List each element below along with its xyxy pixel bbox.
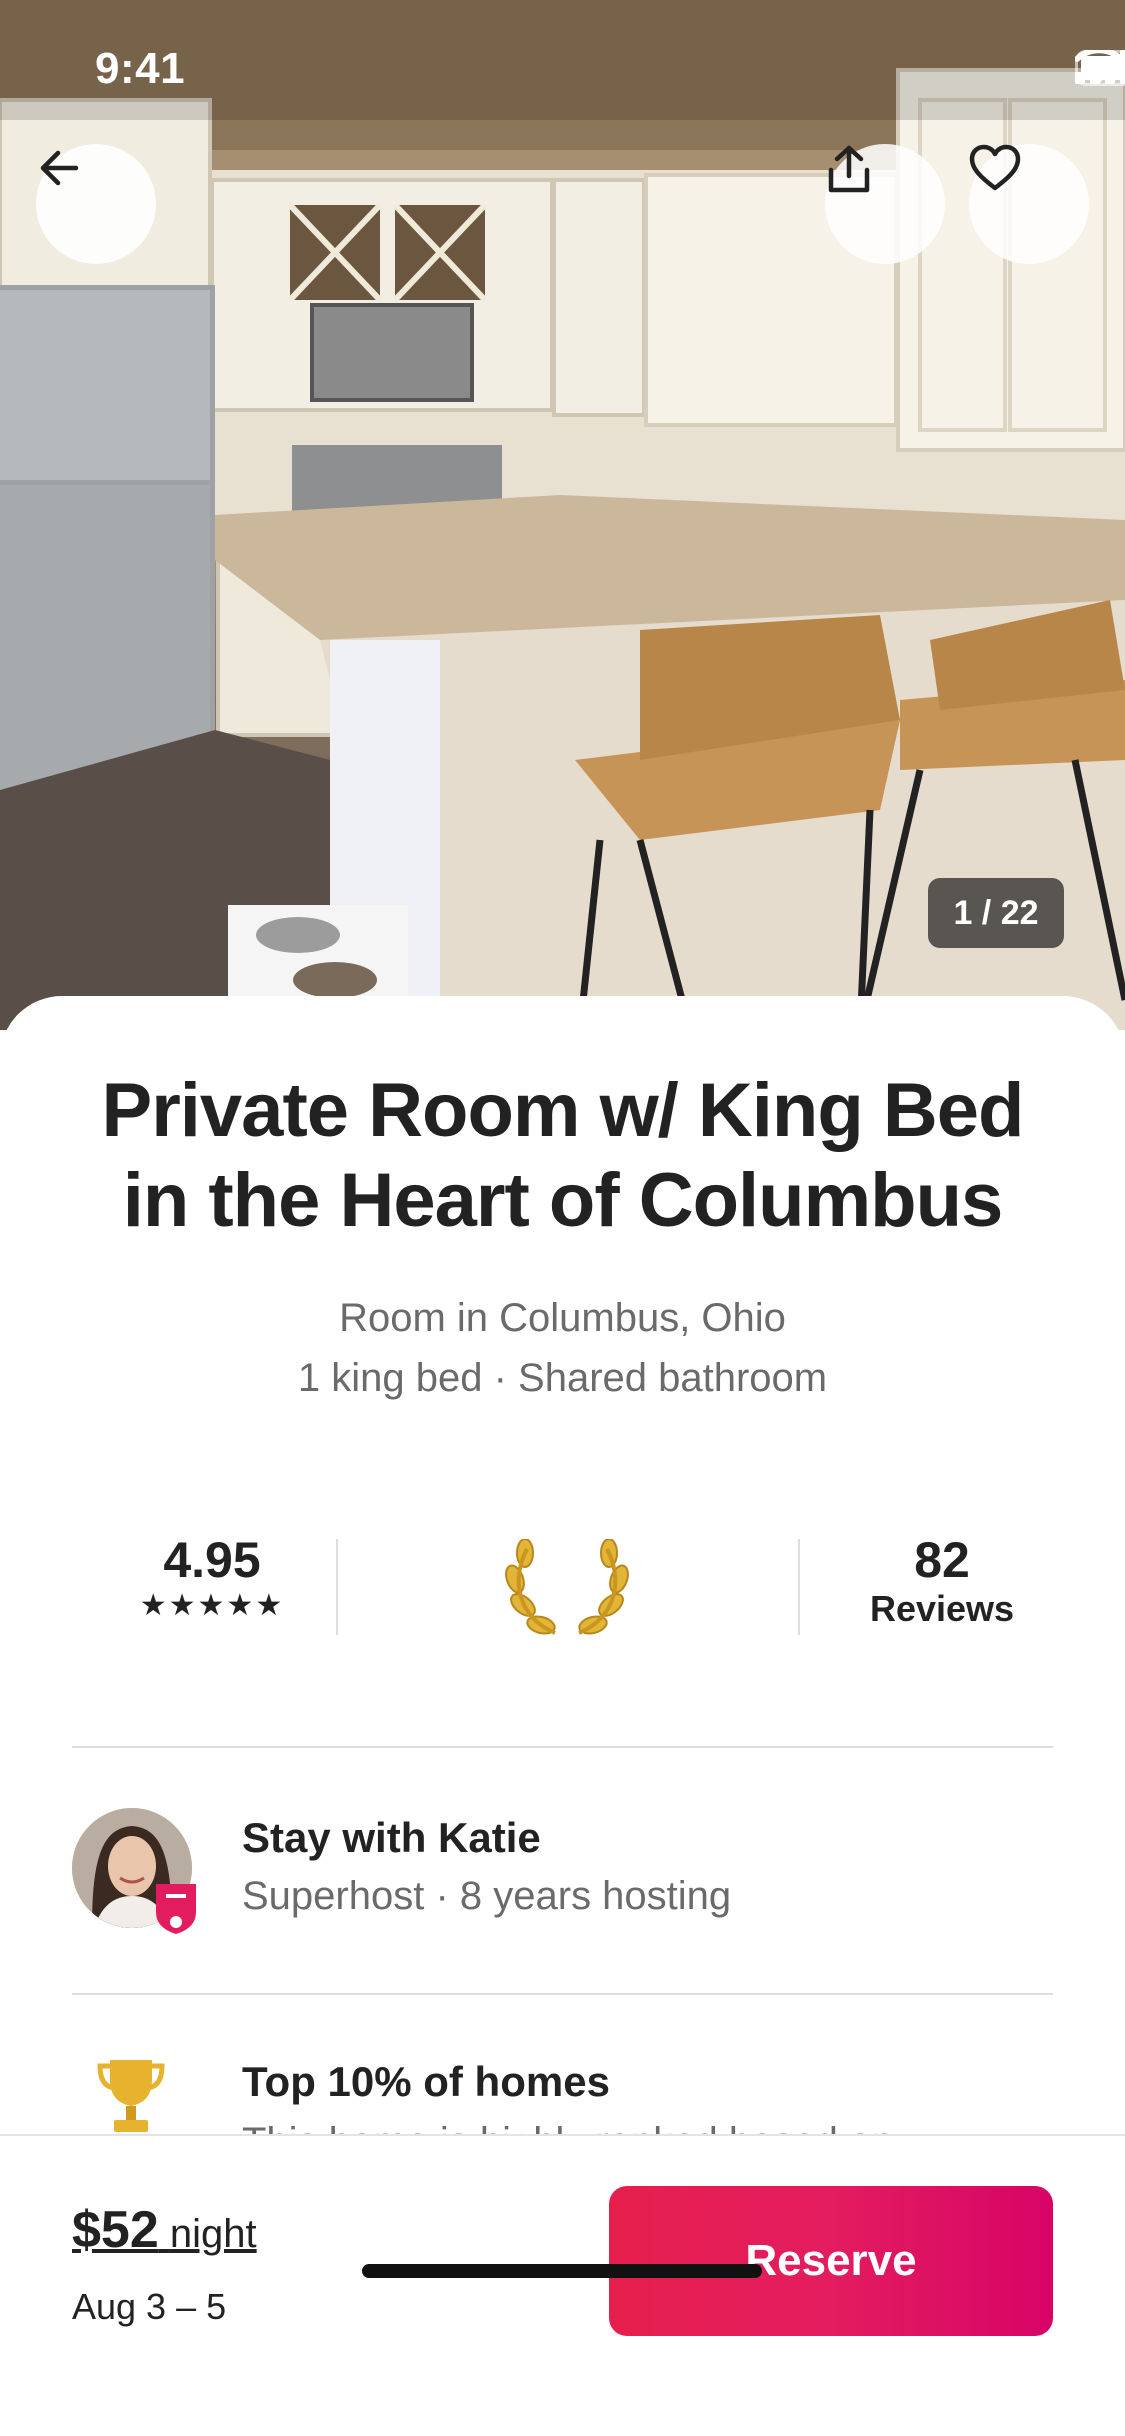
divider	[336, 1539, 338, 1635]
save-button[interactable]	[969, 144, 1089, 264]
guest-favorite-laurels	[505, 1539, 629, 1635]
superhost-badge-icon	[156, 1884, 196, 1934]
share-button[interactable]	[825, 144, 945, 264]
host-section[interactable]: Stay with Katie Superhost · 8 years host…	[72, 1808, 1053, 1934]
price-unit: night	[169, 2212, 257, 2256]
divider	[798, 1539, 800, 1635]
section-divider	[72, 1746, 1053, 1748]
section-divider	[72, 1993, 1053, 1995]
laurel-left-icon	[505, 1539, 556, 1635]
highlight-top-homes: Top 10% of homes This home is highly ran…	[72, 2046, 1053, 2136]
back-arrow-icon	[40, 150, 79, 186]
status-time: 9:41	[95, 44, 186, 93]
price-amount: $52	[72, 2201, 159, 2259]
listing-photo[interactable]: 9:41 1 / 22	[0, 0, 1125, 1030]
laurel-right-icon	[578, 1539, 629, 1635]
listing-details: 1 king bed · Shared bathroom	[297, 1356, 828, 1400]
host-title: Stay with Katie	[242, 1814, 541, 1861]
rating-value: 4.95	[163, 1532, 261, 1588]
trip-dates[interactable]: Aug 3 – 5	[72, 2286, 226, 2328]
host-subtitle: Superhost · 8 years hosting	[242, 1874, 732, 1918]
listing-title: Private Room w/ King Bed in the Heart of…	[101, 1068, 1025, 1243]
kitchen-photo-illustration	[0, 0, 1125, 1030]
photo-counter: 1 / 22	[928, 878, 1064, 948]
reviews-stat[interactable]: 82 Reviews	[842, 1531, 1042, 1629]
stats-row[interactable]: 4.95 ★★★★★ 82 Reviews	[72, 1531, 1053, 1635]
reviews-count: 82	[914, 1532, 970, 1588]
star-rating-icon: ★★★★★	[139, 1589, 285, 1622]
reviews-label: Reviews	[869, 1588, 1015, 1629]
back-button[interactable]	[36, 144, 156, 264]
trophy-icon	[97, 2060, 165, 2132]
battery-icon	[1075, 50, 1125, 86]
price-link[interactable]: $52 night	[72, 2200, 257, 2260]
status-bar: 9:41	[0, 0, 1125, 140]
home-indicator[interactable]	[362, 2264, 762, 2278]
heart-icon	[969, 144, 1021, 191]
rating-stat: 4.95 ★★★★★	[112, 1531, 312, 1623]
highlight-title: Top 10% of homes	[242, 2058, 610, 2105]
share-icon	[828, 145, 870, 193]
booking-footer: $52 night Aug 3 – 5 Reserve	[0, 2134, 1125, 2436]
reserve-button[interactable]: Reserve	[609, 2186, 1053, 2336]
listing-location: Room in Columbus, Ohio	[339, 1296, 786, 1340]
